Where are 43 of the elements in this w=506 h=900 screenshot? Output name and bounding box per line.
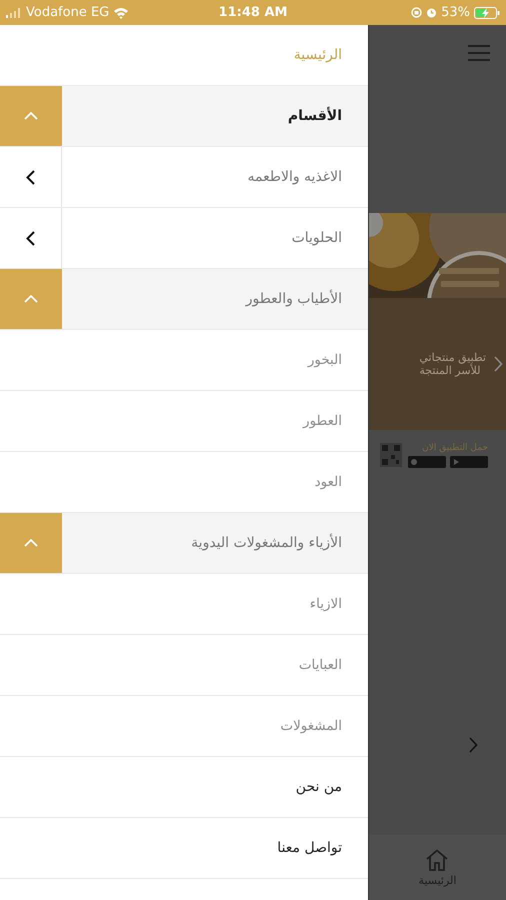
expand-toggle[interactable] bbox=[0, 269, 62, 329]
caret-up-icon bbox=[24, 295, 38, 303]
caret-up-icon bbox=[24, 539, 38, 547]
caret-up-icon bbox=[24, 112, 38, 120]
qr-code-icon bbox=[380, 443, 402, 467]
carrier-name: Vodafone EG bbox=[26, 5, 110, 20]
expand-toggle[interactable] bbox=[0, 513, 62, 573]
menu-label: الحلويات bbox=[292, 230, 343, 246]
chevron-right-icon[interactable] bbox=[469, 737, 478, 753]
banner-text: تطبيق منتجاتي bbox=[419, 351, 486, 364]
menu-label: المشغولات bbox=[280, 718, 343, 734]
battery-charging-icon bbox=[474, 6, 500, 18]
menu-item[interactable]: الأزياء والمشغولات اليدوية bbox=[0, 513, 368, 574]
store-badge-icon[interactable] bbox=[408, 456, 446, 468]
home-icon bbox=[425, 848, 450, 870]
clock: 11:48 AM bbox=[218, 5, 288, 20]
store-badge-icon[interactable] bbox=[450, 456, 488, 468]
menu-label: العطور bbox=[303, 413, 343, 429]
chevron-left-icon bbox=[26, 230, 35, 246]
menu-item[interactable]: الحلويات bbox=[0, 208, 368, 269]
menu-label: الأقسام bbox=[288, 108, 343, 124]
menu-label: تواصل معنا bbox=[277, 840, 343, 856]
menu-label: العود bbox=[314, 474, 343, 490]
alarm-icon bbox=[426, 7, 438, 18]
menu-label: الازياء bbox=[310, 596, 343, 612]
menu-label: الأزياء والمشغولات اليدوية bbox=[191, 535, 343, 551]
menu-label: الاغذيه والاطعمه bbox=[247, 169, 343, 185]
rotation-lock-icon bbox=[411, 7, 422, 18]
chevron-left-icon bbox=[26, 170, 35, 184]
signal-icon bbox=[6, 8, 22, 18]
menu-item[interactable]: الأطياب والعطور bbox=[0, 269, 368, 330]
menu-label: البخور bbox=[308, 352, 343, 368]
menu-label: الأطياب والعطور bbox=[246, 291, 343, 307]
battery-percent: 53% bbox=[441, 5, 470, 20]
menu-item[interactable]: الأقسام bbox=[0, 86, 368, 147]
chevron-right-icon[interactable] bbox=[494, 356, 503, 372]
menu-label: من نحن bbox=[296, 779, 343, 795]
expand-toggle[interactable] bbox=[0, 86, 62, 146]
wifi-icon bbox=[113, 6, 130, 18]
menu-label: العبايات bbox=[298, 657, 343, 673]
menu-item[interactable]: الاغذيه والاطعمه bbox=[0, 147, 368, 208]
menu-icon[interactable] bbox=[468, 44, 490, 60]
banner-text: للأسر المنتجة bbox=[419, 364, 480, 377]
